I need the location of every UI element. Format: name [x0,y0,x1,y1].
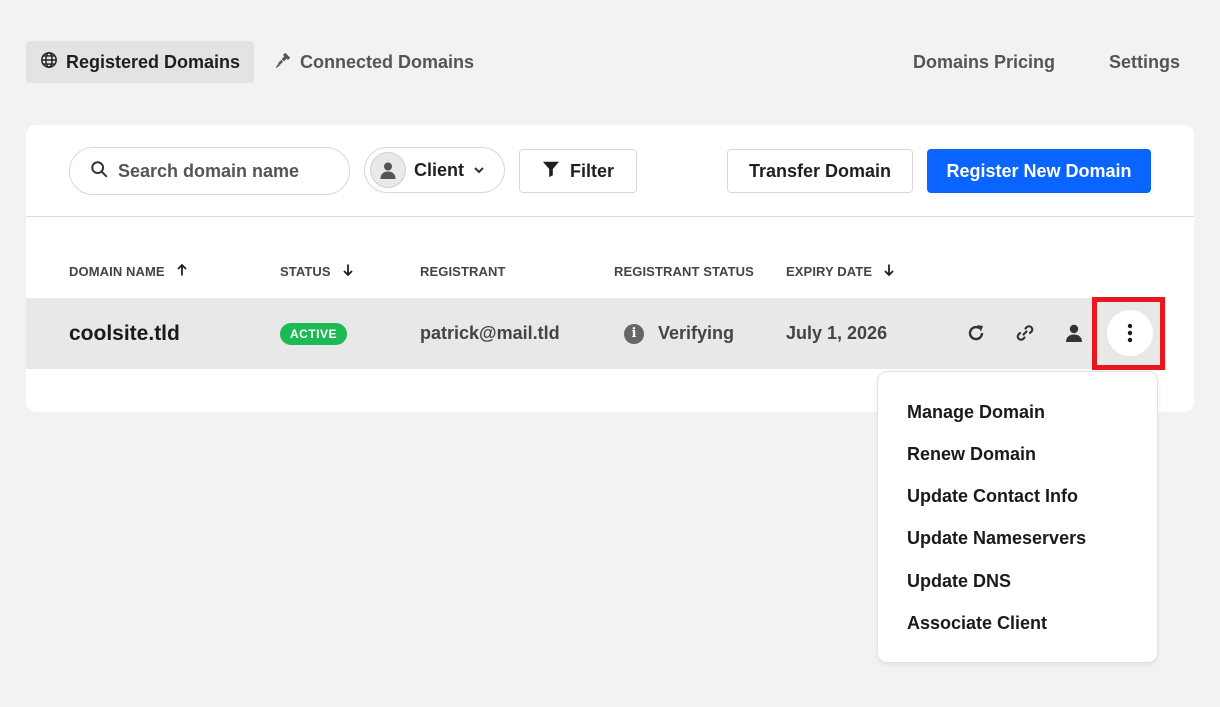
avatar [370,152,406,188]
client-dropdown[interactable]: Client [364,147,505,193]
table-row[interactable]: coolsite.tld ACTIVE patrick@mail.tld i V… [26,297,1166,370]
status-cell: ACTIVE [280,298,348,369]
status-badge: ACTIVE [280,322,348,345]
link-icon[interactable] [1014,322,1036,344]
domain-name[interactable]: coolsite.tld [69,298,180,369]
info-icon[interactable]: i [624,323,644,344]
more-actions-button[interactable] [1107,310,1153,356]
chevron-down-icon [472,163,486,177]
column-header-registrant: REGISTRANT [420,263,506,279]
settings-link[interactable]: Settings [1109,41,1180,83]
sort-descending-icon [341,263,355,280]
renew-icon[interactable] [965,322,987,344]
register-new-domain-button[interactable]: Register New Domain [927,149,1151,193]
user-icon[interactable] [1063,322,1085,344]
filter-icon [542,160,560,183]
top-navigation: Registered Domains Connected Domains Dom… [26,41,1194,83]
client-label: Client [414,159,465,180]
filter-label: Filter [569,160,614,181]
sort-ascending-icon [175,263,189,280]
menu-item-update-contact-info[interactable]: Update Contact Info [907,484,1078,508]
search-input[interactable] [118,160,328,182]
menu-item-manage-domain[interactable]: Manage Domain [907,400,1045,424]
menu-item-update-nameservers[interactable]: Update Nameservers [907,526,1086,550]
column-header-status[interactable]: STATUS [280,263,355,279]
row-actions-menu: Manage Domain Renew Domain Update Contac… [877,371,1158,663]
menu-item-associate-client[interactable]: Associate Client [907,611,1047,635]
column-header-expiry-date[interactable]: EXPIRY DATE [786,263,896,279]
search-box[interactable] [69,147,350,195]
registrant-email: patrick@mail.tld [420,323,560,343]
globe-icon [40,51,58,74]
column-header-registrant-status: REGISTRANT STATUS [614,263,754,279]
registrant-status-label: Verifying [658,323,735,343]
menu-item-update-dns[interactable]: Update DNS [907,569,1011,593]
plug-icon [274,51,292,74]
expiry-date: July 1, 2026 [786,323,888,343]
filter-button[interactable]: Filter [519,149,637,193]
vertical-dots-icon [1127,323,1133,343]
menu-item-renew-domain[interactable]: Renew Domain [907,442,1036,466]
sort-descending-icon [882,263,896,280]
column-header-domain-name[interactable]: DOMAIN NAME [69,263,189,279]
user-icon [380,162,396,179]
tab-label: Connected Domains [300,51,475,72]
tab-registered-domains[interactable]: Registered Domains [26,41,255,83]
domains-card: Client Filter Transfer Domain Register N… [26,125,1194,412]
search-icon [90,160,108,183]
transfer-domain-button[interactable]: Transfer Domain [727,149,913,193]
tab-connected-domains[interactable]: Connected Domains [260,41,488,83]
registrant-status: i Verifying [624,298,734,369]
toolbar: Client Filter Transfer Domain Register N… [26,125,1194,217]
domains-pricing-link[interactable]: Domains Pricing [913,41,1055,83]
tab-label: Registered Domains [66,51,241,72]
